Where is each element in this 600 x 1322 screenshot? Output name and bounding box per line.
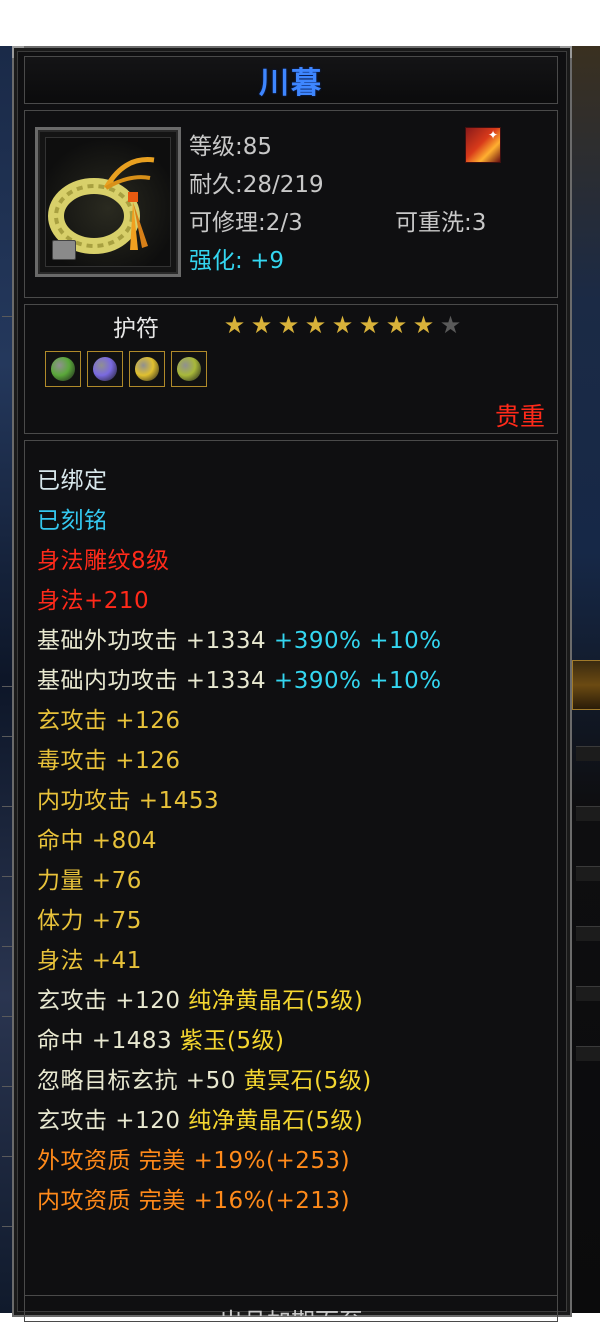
- attribute-line: 玄攻击 +120 纯净黄晶石(5级): [37, 981, 363, 1015]
- attribute-text: 力量 +76: [37, 868, 142, 894]
- attribute-line: 基础外功攻击 +1334 +390% +10%: [37, 621, 442, 655]
- scene-row: [576, 1046, 600, 1061]
- green-gold-gem-icon[interactable]: [171, 351, 207, 387]
- attribute-text: 命中 +1483: [37, 1028, 173, 1054]
- item-header: 等级:85 耐久:28/219 可修理:2/3 可重洗:3 强化: +9 ✦: [24, 110, 558, 298]
- attribute-text: 身法+210: [37, 588, 150, 614]
- socket-gem-name: 黄冥石(5级): [235, 1068, 372, 1094]
- star-filled-icon: ★: [277, 311, 300, 339]
- item-enhance: 强化: +9: [189, 241, 284, 275]
- scene-row: [576, 806, 600, 821]
- star-empty-icon: ★: [439, 311, 462, 339]
- scene-row: [576, 866, 600, 881]
- attribute-line: 体力 +75: [37, 901, 142, 935]
- scene-row: [576, 926, 600, 941]
- attribute-text: 体力 +75: [37, 908, 142, 934]
- frame-corner: [12, 46, 24, 58]
- attribute-text: 忽略目标玄抗 +50: [37, 1068, 236, 1094]
- attribute-line: 力量 +76: [37, 861, 142, 895]
- item-type-section: 护符 ★ ★ ★ ★ ★ ★ ★ ★ ★ 贵重: [24, 304, 558, 434]
- scene-divider: [2, 1156, 12, 1157]
- item-rewash: 可重洗:3: [395, 210, 487, 236]
- attribute-text: 已绑定: [37, 468, 108, 494]
- star-filled-icon: ★: [412, 311, 435, 339]
- item-name: 川暮: [259, 66, 323, 101]
- attribute-line: 命中 +804: [37, 821, 157, 855]
- scene-divider: [2, 1226, 12, 1227]
- star-filled-icon: ★: [331, 311, 354, 339]
- attribute-text: 命中 +804: [37, 828, 157, 854]
- bound-lock-icon: [52, 240, 76, 260]
- attribute-text: 玄攻击 +120: [37, 988, 181, 1014]
- attribute-text: 基础内功攻击 +1334: [37, 668, 267, 694]
- attribute-text: 外攻资质 完美 +19%(+253): [37, 1148, 351, 1174]
- frame-corner: [560, 46, 572, 58]
- attribute-text: 基础外功攻击 +1334: [37, 628, 267, 654]
- scene-divider: [2, 686, 12, 687]
- scene-divider: [2, 736, 12, 737]
- attribute-line: 已绑定: [37, 461, 108, 495]
- attribute-line: 已刻铭: [37, 501, 108, 535]
- scene-divider: [2, 316, 12, 317]
- amulet-icon: [45, 137, 171, 267]
- attribute-line: 内攻资质 完美 +16%(+213): [37, 1181, 350, 1215]
- item-durability: 耐久:28/219: [189, 172, 324, 198]
- attribute-line: 命中 +1483 紫玉(5级): [37, 1021, 285, 1055]
- fire-gem-icon[interactable]: ✦: [465, 127, 501, 163]
- star-filled-icon: ★: [304, 311, 327, 339]
- attribute-line: 内功攻击 +1453: [37, 781, 219, 815]
- attribute-line: 玄攻击 +126: [37, 701, 180, 735]
- star-filled-icon: ★: [223, 311, 246, 339]
- scene-divider: [2, 1016, 12, 1017]
- scene-divider: [2, 946, 12, 947]
- attribute-line: 身法+210: [37, 581, 149, 615]
- attribute-text: 身法 +41: [37, 948, 142, 974]
- purple-gem-icon[interactable]: [87, 351, 123, 387]
- scene-row: [576, 746, 600, 761]
- attribute-line: 外攻资质 完美 +19%(+253): [37, 1141, 350, 1175]
- star-filled-icon: ★: [385, 311, 408, 339]
- scene-divider: [2, 876, 12, 877]
- attribute-line: 玄攻击 +120 纯净黄晶石(5级): [37, 1101, 363, 1135]
- item-repairable: 可修理:2/3: [189, 210, 303, 236]
- scene-divider: [2, 806, 12, 807]
- scene-divider: [2, 1086, 12, 1087]
- enhance-label: 强化:: [189, 248, 243, 274]
- attribute-line: 忽略目标玄抗 +50 黄冥石(5级): [37, 1061, 372, 1095]
- attribute-text: 内攻资质 完美 +16%(+213): [37, 1188, 351, 1214]
- attribute-line: 身法 +41: [37, 941, 142, 975]
- socket-gem-name: 紫玉(5级): [172, 1028, 285, 1054]
- star-filled-icon: ★: [358, 311, 381, 339]
- socket-gem-name: 纯净黄晶石(5级): [180, 1108, 364, 1134]
- attribute-bonus: +390% +10%: [266, 628, 442, 654]
- attribute-text: 内功攻击 +1453: [37, 788, 220, 814]
- green-gem-icon[interactable]: [45, 351, 81, 387]
- background-scene-right: [568, 46, 600, 1313]
- yellow-gem-icon[interactable]: [129, 351, 165, 387]
- attribute-text: 玄攻击 +126: [37, 708, 181, 734]
- rarity-label: 贵重: [494, 402, 545, 431]
- enhance-value: +9: [250, 248, 284, 274]
- item-tooltip-panel: 川暮 等级:85 耐久:28/219 可修理:2/3 可重洗:3 强化: +9 …: [12, 46, 572, 1322]
- footer-label: 出品加期而至: [219, 1308, 363, 1316]
- attribute-text: 玄攻击 +120: [37, 1108, 181, 1134]
- attribute-text: 身法雕纹8级: [37, 548, 170, 574]
- star-filled-icon: ★: [250, 311, 273, 339]
- star-rating: ★ ★ ★ ★ ★ ★ ★ ★ ★: [221, 313, 464, 337]
- item-title-bar: 川暮: [24, 56, 558, 104]
- item-type: 护符: [113, 316, 159, 342]
- item-level: 等级:85: [189, 134, 273, 160]
- attribute-text: 毒攻击 +126: [37, 748, 181, 774]
- attribute-line: 身法雕纹8级: [37, 541, 170, 575]
- item-icon-frame: [35, 127, 181, 277]
- attribute-text: 已刻铭: [37, 508, 108, 534]
- attribute-line: 毒攻击 +126: [37, 741, 180, 775]
- attribute-list: 已绑定已刻铭身法雕纹8级 身法+210 基础外功攻击 +1334 +390% +10…: [24, 440, 558, 1322]
- gem-slots: [45, 351, 207, 387]
- attribute-bonus: +390% +10%: [266, 668, 442, 694]
- side-tab[interactable]: [572, 660, 600, 710]
- socket-gem-name: 纯净黄晶石(5级): [180, 988, 364, 1014]
- scene-row: [576, 986, 600, 1001]
- attribute-line: 基础内功攻击 +1334 +390% +10%: [37, 661, 442, 695]
